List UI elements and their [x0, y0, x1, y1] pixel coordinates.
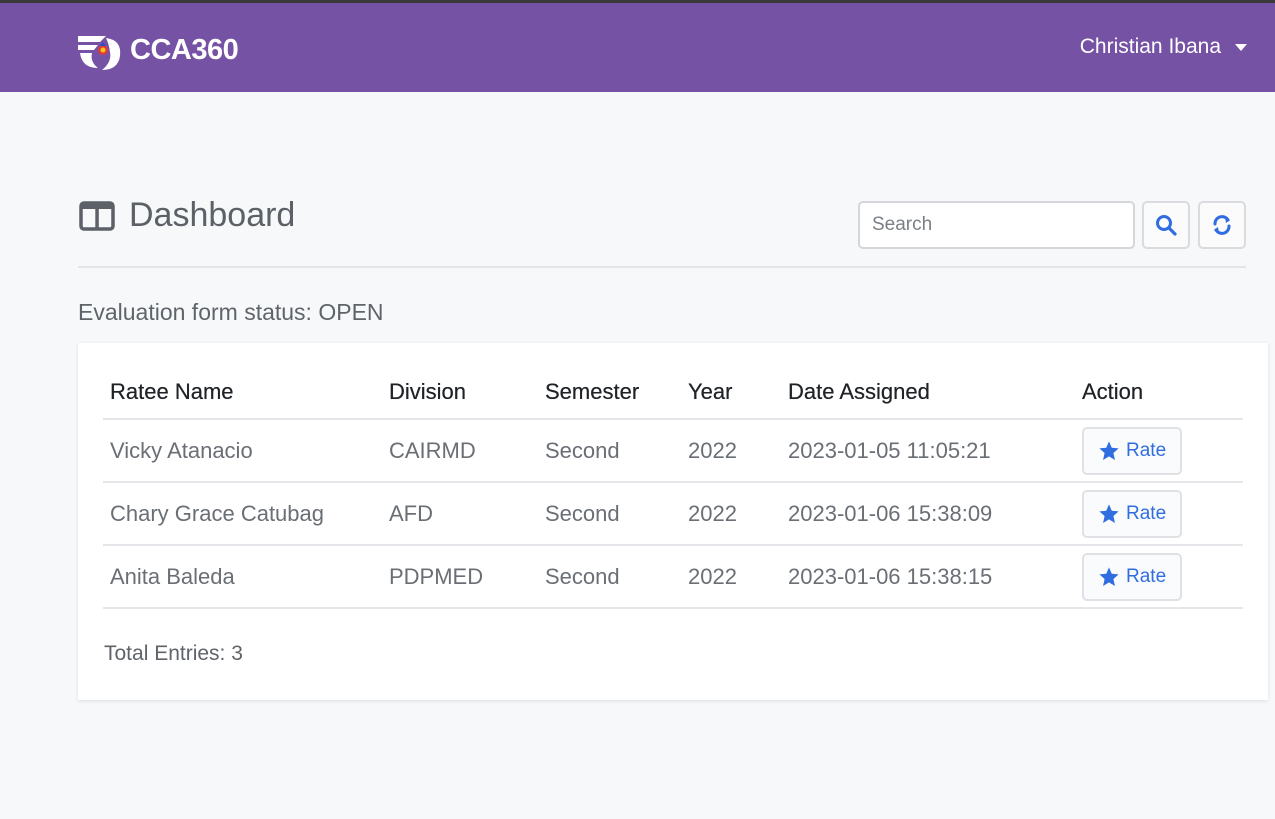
ratee-name: Anita Baleda — [103, 545, 382, 609]
table-row: Vicky Atanacio CAIRMD Second 2022 2023-0… — [103, 419, 1243, 483]
rate-label: Rate — [1126, 502, 1167, 524]
header-year: Year — [681, 365, 781, 420]
semester: Second — [538, 419, 681, 483]
ratee-name: Chary Grace Catubag — [103, 482, 382, 546]
header-semester: Semester — [538, 365, 681, 420]
division: CAIRMD — [382, 419, 538, 483]
rate-label: Rate — [1126, 565, 1167, 587]
brand-name: CCA360 — [130, 33, 239, 66]
header-division: Division — [382, 365, 538, 420]
brand[interactable]: CCA360 — [76, 28, 239, 72]
rate-button[interactable]: Rate — [1082, 489, 1182, 538]
ratee-name: Vicky Atanacio — [103, 419, 382, 483]
header-ratee-name: Ratee Name — [103, 365, 382, 420]
header-date-assigned: Date Assigned — [781, 365, 1075, 420]
rate-button[interactable]: Rate — [1082, 426, 1182, 475]
page-header: Dashboard — [79, 196, 295, 235]
table-header-row: Ratee Name Division Semester Year Date A… — [103, 365, 1243, 420]
evaluation-status: Evaluation form status: OPEN — [78, 299, 384, 325]
ratee-table: Ratee Name Division Semester Year Date A… — [103, 365, 1243, 609]
action-cell: Rate — [1075, 545, 1243, 609]
year: 2022 — [681, 545, 781, 609]
star-icon — [1099, 440, 1119, 460]
star-icon — [1099, 503, 1119, 523]
year: 2022 — [681, 419, 781, 483]
dashboard-columns-icon — [79, 200, 115, 231]
search-input[interactable] — [858, 201, 1135, 249]
table-row: Anita Baleda PDPMED Second 2022 2023-01-… — [103, 545, 1243, 609]
caret-down-icon — [1235, 43, 1247, 51]
semester: Second — [538, 482, 681, 546]
search-icon — [1156, 215, 1177, 236]
table-row: Chary Grace Catubag AFD Second 2022 2023… — [103, 482, 1243, 546]
division: PDPMED — [382, 545, 538, 609]
navbar: CCA360 Christian Ibana — [0, 3, 1275, 92]
ratee-table-card: Ratee Name Division Semester Year Date A… — [78, 343, 1268, 700]
user-menu[interactable]: Christian Ibana — [1080, 35, 1247, 59]
user-name: Christian Ibana — [1079, 35, 1221, 58]
action-cell: Rate — [1075, 482, 1243, 546]
header-action: Action — [1075, 365, 1243, 420]
rate-label: Rate — [1126, 439, 1167, 461]
division: AFD — [382, 482, 538, 546]
rate-button[interactable]: Rate — [1082, 552, 1182, 601]
search-button[interactable] — [1142, 201, 1190, 249]
refresh-button[interactable] — [1198, 201, 1246, 249]
year: 2022 — [681, 482, 781, 546]
total-entries: Total Entries: 3 — [104, 642, 243, 665]
cca360-logo-icon — [78, 36, 121, 70]
action-cell: Rate — [1075, 419, 1243, 483]
date-assigned: 2023-01-05 11:05:21 — [781, 419, 1075, 483]
header-divider — [78, 266, 1246, 268]
refresh-icon — [1213, 215, 1231, 235]
page-title: Dashboard — [129, 196, 296, 234]
date-assigned: 2023-01-06 15:38:09 — [781, 482, 1075, 546]
star-icon — [1099, 566, 1119, 586]
semester: Second — [538, 545, 681, 609]
date-assigned: 2023-01-06 15:38:15 — [781, 545, 1075, 609]
